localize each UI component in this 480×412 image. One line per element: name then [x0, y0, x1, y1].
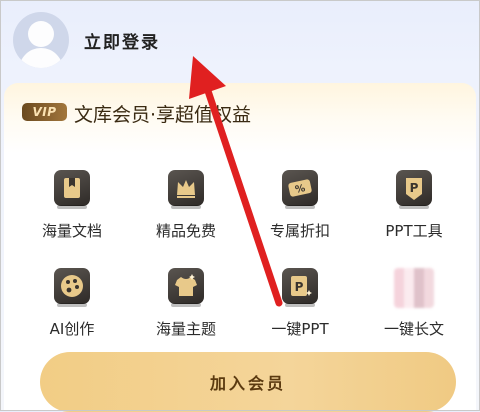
crown-icon — [168, 170, 204, 209]
bookmark-doc-icon — [54, 170, 90, 209]
vip-badge-text: VIP — [32, 105, 57, 119]
avatar[interactable] — [13, 12, 69, 68]
benefit-item-free[interactable]: 精品免费 — [131, 170, 241, 241]
benefit-item-docs[interactable]: 海量文档 — [17, 170, 127, 241]
tshirt-icon — [168, 268, 204, 307]
profile-header: 立即登录 — [0, 0, 480, 82]
svg-text:P: P — [295, 280, 304, 294]
ppt-shield-icon: P — [396, 170, 432, 209]
benefit-label: 精品免费 — [155, 222, 216, 240]
vip-badge: VIP — [22, 103, 67, 121]
benefit-label: AI创作 — [49, 320, 95, 338]
avatar-head — [28, 21, 54, 47]
join-membership-label: 加入会员 — [209, 374, 286, 393]
benefit-label: PPT工具 — [385, 222, 443, 240]
benefit-label: 一键PPT — [271, 320, 329, 338]
benefit-item-themes[interactable]: 海量主题 — [131, 268, 241, 339]
benefit-item-ai[interactable]: AI创作 — [17, 268, 127, 339]
benefit-item-long-text[interactable]: 一键长文 — [359, 268, 469, 339]
benefit-label: 海量文档 — [41, 222, 102, 240]
discount-ticket-icon: % — [282, 170, 318, 209]
login-link[interactable]: 立即登录 — [84, 28, 160, 53]
benefit-item-ppt-tool[interactable]: P PPT工具 — [359, 170, 469, 241]
long-text-icon — [394, 268, 434, 308]
svg-text:P: P — [410, 181, 419, 195]
benefit-label: 专属折扣 — [269, 222, 330, 240]
benefit-item-discount[interactable]: % 专属折扣 — [245, 170, 355, 241]
benefit-label: 一键长文 — [383, 320, 444, 338]
benefit-item-one-click-ppt[interactable]: P 一键PPT — [245, 268, 355, 339]
ppt-sparkle-icon: P — [282, 268, 318, 307]
benefit-label: 海量主题 — [155, 320, 216, 338]
join-membership-button[interactable]: 加入会员 — [40, 352, 456, 412]
palette-icon — [54, 268, 90, 307]
avatar-body — [19, 48, 63, 68]
vip-card-title: 文库会员·享超值权益 — [74, 104, 252, 126]
